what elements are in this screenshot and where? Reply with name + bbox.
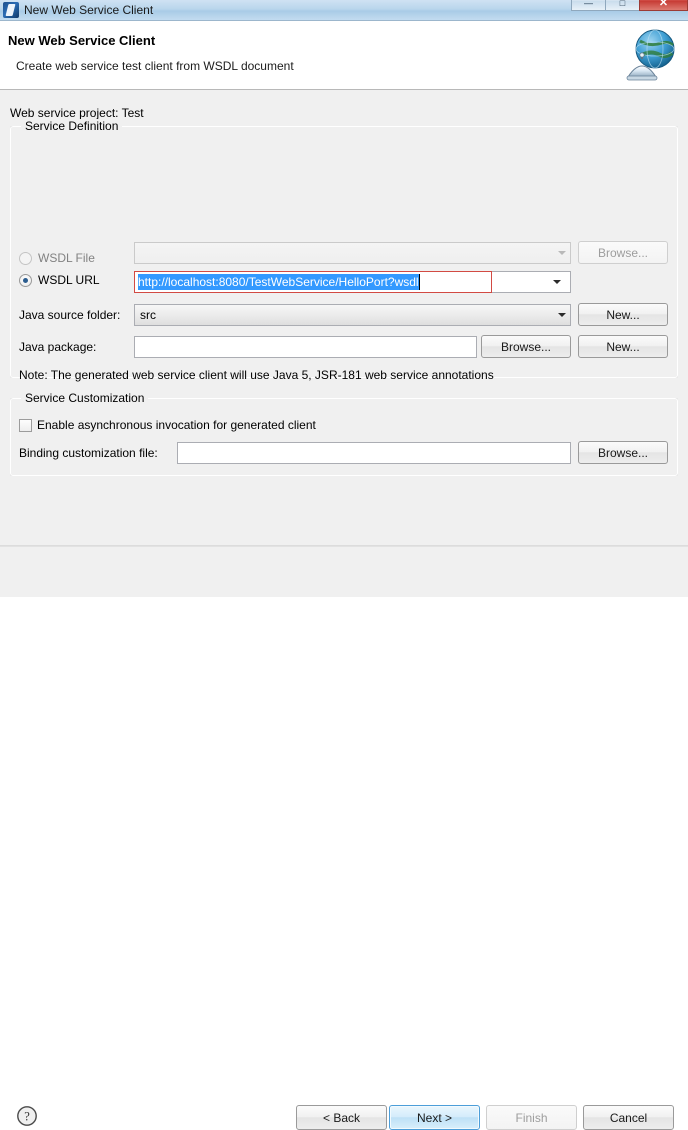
java-source-folder-combo[interactable]: src (134, 304, 571, 326)
radio-button-icon-wsdl-file[interactable] (19, 251, 32, 265)
globe-server-icon (626, 29, 675, 81)
new-button-java-source-folder[interactable]: New... (578, 303, 668, 326)
new-button-java-package[interactable]: New... (578, 335, 668, 358)
close-icon: ✕ (658, 0, 669, 9)
project-label: Web service project: Test (10, 106, 144, 120)
help-question-icon[interactable]: ? (16, 1105, 38, 1127)
browse-button-java-package-label: Browse... (500, 339, 551, 354)
finish-button-label: Finish (515, 1110, 548, 1125)
service-customization-group: Service Customization (10, 391, 678, 476)
next-button-label: Next > (416, 1110, 452, 1125)
radio-button-icon-wsdl-url[interactable] (19, 273, 32, 287)
close-button[interactable]: ✕ (639, 0, 688, 11)
page-title: New Web Service Client (8, 33, 156, 48)
svg-text:?: ? (24, 1109, 30, 1123)
minimize-icon: — (584, 0, 593, 8)
radio-wsdl-url[interactable]: WSDL URL (19, 273, 100, 287)
wsdl-url-combo[interactable]: http://localhost:8080/TestWebService/Hel… (134, 271, 571, 293)
service-customization-group-title: Service Customization (21, 391, 149, 405)
cancel-button-label: Cancel (609, 1110, 648, 1125)
binding-file-input[interactable] (177, 442, 571, 464)
next-button[interactable]: Next > (389, 1105, 480, 1130)
dialog-body: Web service project: Test Service Defini… (0, 90, 688, 546)
cancel-button[interactable]: Cancel (583, 1105, 674, 1130)
service-definition-group-title: Service Definition (21, 119, 123, 133)
window-title: New Web Service Client (24, 3, 154, 17)
radio-wsdl-file[interactable]: WSDL File (19, 251, 95, 265)
browse-button-java-package[interactable]: Browse... (481, 335, 571, 358)
binding-file-label: Binding customization file: (19, 446, 158, 460)
radio-label-wsdl-file: WSDL File (38, 251, 95, 265)
async-invocation-checkbox-label: Enable asynchronous invocation for gener… (37, 418, 316, 432)
maximize-icon: □ (619, 0, 626, 8)
maximize-button[interactable]: □ (605, 0, 640, 11)
wsdl-url-value: http://localhost:8080/TestWebService/Hel… (138, 274, 419, 290)
java-source-folder-label: Java source folder: (19, 308, 121, 322)
chevron-down-icon-wsdl-url[interactable] (492, 271, 571, 293)
browse-button-binding-file-label: Browse... (597, 445, 648, 460)
browse-button-wsdl-file[interactable]: Browse... (578, 241, 668, 264)
wsdl-file-combo[interactable] (134, 242, 571, 264)
minimize-button[interactable]: — (571, 0, 606, 11)
wsdl-url-input[interactable]: http://localhost:8080/TestWebService/Hel… (134, 271, 492, 293)
eclipse-icon (3, 2, 19, 18)
async-invocation-checkbox-row[interactable]: Enable asynchronous invocation for gener… (19, 418, 316, 432)
finish-button[interactable]: Finish (486, 1105, 577, 1130)
text-caret (418, 274, 420, 290)
page-description: Create web service test client from WSDL… (16, 59, 294, 73)
back-button-label: < Back (322, 1110, 361, 1125)
browse-button-wsdl-file-label: Browse... (597, 245, 648, 260)
new-button-java-package-label: New... (606, 339, 640, 354)
new-button-java-source-folder-label: New... (606, 307, 640, 322)
window-title-bar: New Web Service Client — □ ✕ (0, 0, 688, 21)
browse-button-binding-file[interactable]: Browse... (578, 441, 668, 464)
chevron-down-icon-java-source-folder[interactable] (553, 305, 570, 325)
chevron-down-icon-wsdl-file[interactable] (553, 243, 570, 263)
back-button[interactable]: < Back (296, 1105, 387, 1130)
window-controls: — □ ✕ (571, 0, 688, 13)
wizard-header: New Web Service Client Create web servic… (0, 21, 688, 90)
java-source-folder-value: src (140, 308, 156, 322)
generated-client-note: Note: The generated web service client w… (19, 368, 494, 382)
radio-label-wsdl-url: WSDL URL (38, 273, 100, 287)
java-package-input[interactable] (134, 336, 477, 358)
java-package-label: Java package: (19, 340, 97, 354)
checkbox-icon-async-invocation[interactable] (19, 418, 32, 432)
dialog-footer: ? < Back Next > Finish Cancel (0, 546, 688, 1130)
